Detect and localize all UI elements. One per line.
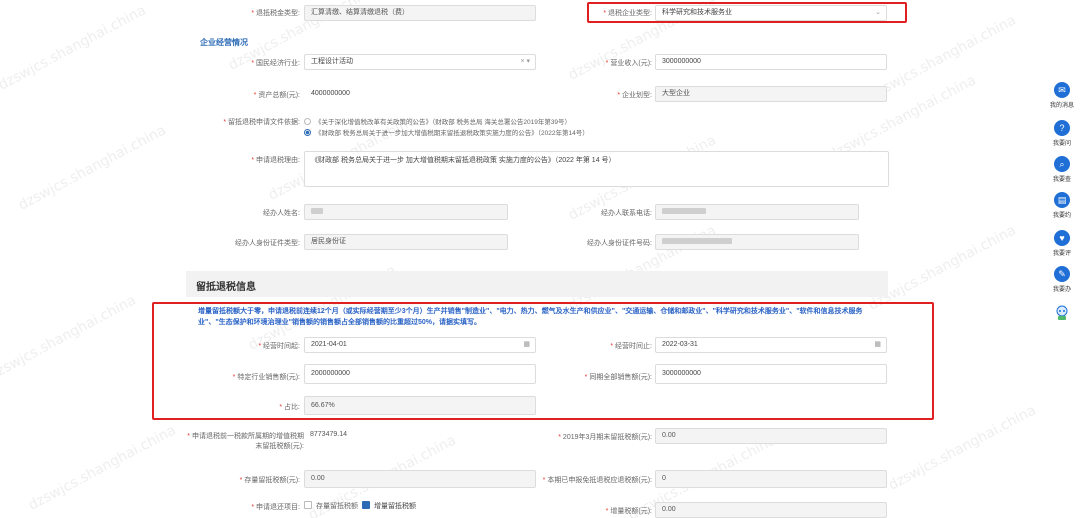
rail-my-messages[interactable]: ✉ 我的消息 [1044, 82, 1080, 109]
calendar-icon: ▤ [1054, 192, 1070, 208]
ratio-field: 66.67% [304, 396, 536, 415]
credit-2019-field: 0.00 [655, 428, 887, 444]
industry-value: 工程设计活动 [311, 58, 353, 65]
rail-search[interactable]: ⌕ 我要查 [1044, 156, 1080, 183]
pen-icon: ✎ [1054, 266, 1070, 282]
id-type-label: 经办人身份证件类型: [235, 240, 300, 247]
message-icon: ✉ [1054, 82, 1070, 98]
tax-type-label: * 退抵税金类型: [251, 10, 300, 17]
calendar-icon[interactable]: ▦ [874, 338, 881, 352]
rail-ask[interactable]: ? 我要问 [1044, 120, 1080, 147]
incr-field: 0.00 [655, 502, 887, 518]
watermark: dzswjcs.shanghai.china [15, 122, 169, 214]
basis-label: * 留抵退税申请文件依据: [223, 119, 300, 126]
prev-credit-label: * 申请退税前一税款所属期的增值税期末留抵税额(元): [187, 433, 304, 450]
industry-select[interactable]: 工程设计活动 × ▾ [304, 54, 536, 70]
checkbox-checked-icon[interactable] [362, 501, 370, 509]
highlight-box-enterprise-type [587, 2, 907, 23]
section-title-refund: 留抵退税信息 [196, 282, 256, 293]
watermark: dzswjcs.shanghai.china [25, 422, 179, 514]
deducted-field: 0 [655, 470, 887, 488]
scale-field: 大型企业 [655, 86, 887, 102]
robot-assistant-icon [1056, 305, 1068, 320]
reason-label: * 申请退税理由: [251, 157, 300, 164]
reason-textarea[interactable]: 《财政部 税务总局关于进一步 加大增值税期末留抵退税政策 实施力度的公告》（20… [304, 151, 889, 187]
masked-value [662, 208, 706, 215]
id-no-field[interactable] [655, 234, 859, 250]
basis-option-2019[interactable]: 《关于深化增值税改革有关政策的公告》（财政部 税务总局 海关总署公告2019年第… [304, 116, 571, 126]
chevron-down-icon: ▾ [526, 58, 530, 65]
watermark: dzswjcs.shanghai.china [865, 12, 1019, 104]
item-incr-checkbox[interactable]: 增量留抵税额 [362, 501, 416, 511]
clear-icon[interactable]: × [520, 58, 524, 65]
masked-value [311, 208, 323, 215]
rail-appointment[interactable]: ▤ 我要约 [1044, 192, 1080, 219]
specific-sales-label: * 特定行业销售额(元): [232, 374, 300, 381]
handler-phone-field[interactable] [655, 204, 859, 220]
credit-2019-label: * 2019年3月期末留抵税额(元): [558, 434, 652, 441]
watermark: dzswjcs.shanghai.china [0, 292, 139, 384]
assets-input[interactable]: 4000000000 [304, 86, 536, 102]
ratio-label: * 占比: [279, 404, 300, 411]
tax-type-field[interactable]: 汇算清缴、结算清缴退税（费） [304, 5, 536, 21]
end-date-label: * 经营时间止: [610, 343, 652, 350]
clear-and-chevron-icons[interactable]: × ▾ [520, 55, 530, 69]
handler-phone-label: 经办人联系电话: [601, 210, 652, 217]
calendar-icon[interactable]: ▦ [523, 338, 530, 352]
end-date-value: 2022-03-31 [662, 341, 698, 348]
handler-name-label: 经办人姓名: [263, 210, 300, 217]
section-header-refund: 留抵退税信息 [186, 271, 888, 297]
watermark: dzswjcs.shanghai.china [0, 2, 149, 94]
items-label: * 申请退还项目: [251, 504, 300, 511]
specific-sales-input[interactable]: 2000000000 [304, 364, 536, 384]
revenue-input[interactable]: 3000000000 [655, 54, 887, 70]
prev-credit-field: 8773479.14 [310, 431, 347, 438]
basis-option-2022[interactable]: 《财政部 税务总局关于进一步加大增值税期末留抵退税政策实施力度的公告》（2022… [304, 127, 589, 137]
radio-icon[interactable] [304, 118, 311, 125]
assets-label: * 资产总额(元): [253, 92, 300, 99]
start-date-value: 2021-04-01 [311, 341, 347, 348]
section-title-ops: 企业经营情况 [200, 38, 248, 47]
rail-rate[interactable]: ♥ 我要评 [1044, 230, 1080, 257]
scale-label: * 企业划型: [617, 92, 652, 99]
item-stock-checkbox[interactable]: 存量留抵税额 [304, 501, 358, 511]
checkbox-icon[interactable] [304, 501, 312, 509]
heart-icon: ♥ [1054, 230, 1070, 246]
watermark: dzswjcs.shanghai.china [865, 222, 1019, 314]
rail-handle[interactable]: ✎ 我要办 [1044, 266, 1080, 293]
notice-text: 增量留抵税额大于零，申请退税前连续12个月（或实际经营期至少3个月）生产并销售"… [198, 308, 863, 326]
id-no-label: 经办人身份证件号码: [587, 240, 652, 247]
stock-credit-label: * 存量留抵税额(元): [239, 477, 300, 484]
stock-credit-field: 0.00 [304, 470, 536, 488]
question-icon: ? [1054, 120, 1070, 136]
search-icon: ⌕ [1054, 156, 1070, 172]
radio-selected-icon[interactable] [304, 129, 311, 136]
handler-name-field[interactable] [304, 204, 508, 220]
start-date-label: * 经营时间起: [258, 343, 300, 350]
industry-label: * 国民经济行业: [251, 60, 300, 67]
masked-value [662, 238, 732, 245]
total-sales-label: * 同期全部销售额(元): [584, 374, 652, 381]
incr-label: * 增量税额(元): [605, 508, 652, 515]
total-sales-input[interactable]: 3000000000 [655, 364, 887, 384]
deducted-label: * 本期已申报免抵退税应退税额(元): [542, 477, 652, 484]
id-type-field[interactable]: 居民身份证 [304, 234, 508, 250]
start-date-input[interactable]: 2021-04-01 ▦ [304, 337, 536, 353]
revenue-label: * 营业收入(元): [605, 60, 652, 67]
end-date-input[interactable]: 2022-03-31 ▦ [655, 337, 887, 353]
rail-robot[interactable] [1044, 304, 1080, 324]
